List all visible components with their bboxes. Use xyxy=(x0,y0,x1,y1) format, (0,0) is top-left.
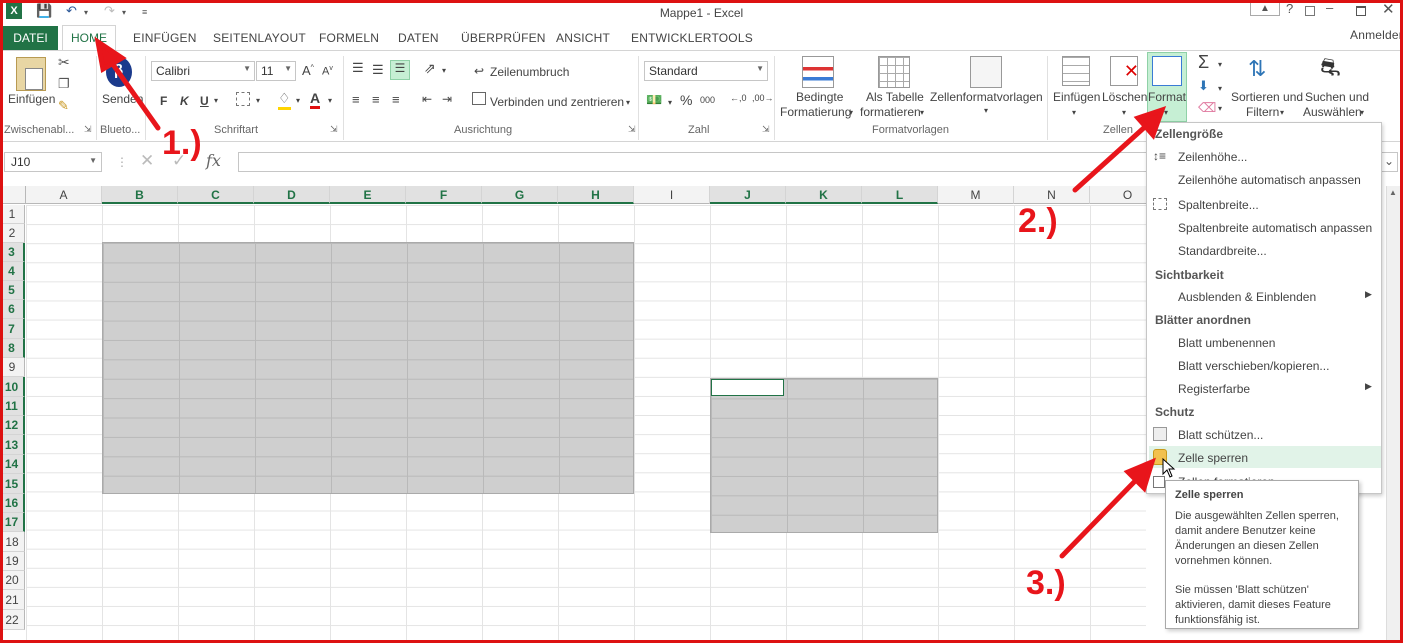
arrow-head-step1 xyxy=(94,36,127,73)
arrow-step3 xyxy=(1059,475,1141,559)
annotation-step2: 2.) xyxy=(1018,202,1058,240)
annotation-arrows xyxy=(94,36,1167,559)
arrow-step1 xyxy=(104,53,161,131)
arrow-step2 xyxy=(1072,122,1150,193)
annotation-step3: 3.) xyxy=(1026,564,1066,602)
annotation-step1: 1.) xyxy=(162,124,202,162)
